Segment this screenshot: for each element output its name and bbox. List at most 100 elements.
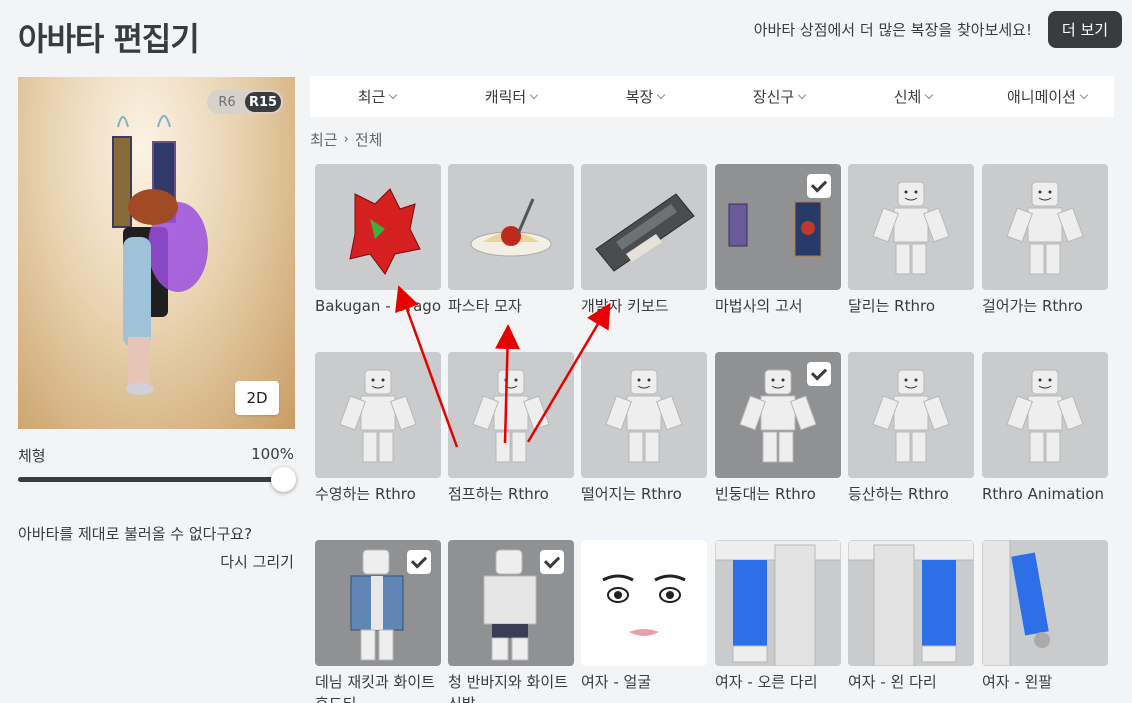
- catalog-item[interactable]: 떨어지는 Rthro: [581, 352, 707, 505]
- item-name: 여자 - 왼 다리: [848, 673, 937, 691]
- item-thumbnail[interactable]: [315, 352, 441, 478]
- catalog-item[interactable]: 여자 - 왼팔: [982, 540, 1108, 693]
- body-scale-label: 체형: [18, 447, 46, 465]
- figure-icon: [1006, 181, 1084, 275]
- item-name: Rthro Animation: [982, 485, 1105, 503]
- item-name: 수영하는 Rthro: [315, 485, 416, 503]
- item-name: 떨어지는 Rthro: [581, 485, 682, 503]
- catalog-item[interactable]: 걸어가는 Rthro: [982, 164, 1108, 317]
- item-name: 빈둥대는 Rthro: [715, 485, 816, 503]
- body-scale-slider[interactable]: [18, 477, 288, 482]
- rig-toggle[interactable]: R6 R15: [207, 90, 283, 114]
- catalog-item[interactable]: 수영하는 Rthro: [315, 352, 441, 505]
- catalog-item[interactable]: 달리는 Rthro: [848, 164, 974, 317]
- chevron-right-icon: ›: [343, 132, 349, 147]
- item-thumbnail[interactable]: [982, 540, 1108, 666]
- rig-option-r15[interactable]: R15: [245, 92, 281, 112]
- body-scale-value: 100%: [251, 445, 294, 463]
- item-thumbnail[interactable]: [715, 352, 841, 478]
- tab-label: 최근: [357, 88, 386, 106]
- tab-accessories[interactable]: 장신구: [712, 76, 846, 117]
- item-name: 파스타 모자: [448, 297, 522, 315]
- item-name: Bakugan - Drago: [315, 297, 441, 315]
- breadcrumb: 최근 › 전체: [310, 129, 382, 150]
- item-thumbnail[interactable]: [581, 352, 707, 478]
- item-thumbnail[interactable]: [982, 352, 1108, 478]
- item-thumbnail[interactable]: [448, 164, 574, 290]
- view-2d-button[interactable]: 2D: [235, 381, 279, 415]
- item-name: 데님 재킷과 화이트 후드티: [315, 673, 435, 703]
- tab-label: 복장: [625, 88, 654, 106]
- item-name: 청 반바지와 화이트 신발: [448, 673, 568, 703]
- catalog-item[interactable]: 빈둥대는 Rthro: [715, 352, 841, 505]
- rig-option-r6[interactable]: R6: [209, 92, 245, 112]
- checkmark-icon: [807, 174, 831, 198]
- checkmark-icon: [540, 550, 564, 574]
- more-button[interactable]: 더 보기: [1048, 11, 1122, 48]
- item-name: 여자 - 오른 다리: [715, 673, 818, 691]
- item-name: 달리는 Rthro: [848, 297, 935, 315]
- catalog-item[interactable]: 여자 - 왼 다리: [848, 540, 974, 693]
- page-title: 아바타 편집기: [18, 20, 200, 58]
- item-name: 점프하는 Rthro: [448, 485, 549, 503]
- item-name: 여자 - 왼팔: [982, 673, 1053, 691]
- item-thumbnail[interactable]: [982, 164, 1108, 290]
- catalog-item[interactable]: 데님 재킷과 화이트 후드티: [315, 540, 441, 703]
- item-thumbnail[interactable]: [581, 540, 707, 666]
- chevron-down-icon: [797, 90, 807, 99]
- promo-text: 아바타 상점에서 더 많은 복장을 찾아보세요!: [753, 21, 1032, 39]
- figure-icon: [339, 369, 417, 463]
- catalog-item[interactable]: 등산하는 Rthro: [848, 352, 974, 505]
- item-thumbnail[interactable]: [315, 164, 441, 290]
- chevron-down-icon: [657, 90, 666, 99]
- avatar-preview: R6 R15 2D: [18, 77, 295, 429]
- catalog-item[interactable]: Rthro Animation: [982, 352, 1108, 505]
- chevron-down-icon: [1079, 90, 1089, 99]
- catalog-item[interactable]: Bakugan - Drago: [315, 164, 441, 317]
- item-name: 마법사의 고서: [715, 297, 803, 315]
- chevron-down-icon: [389, 90, 398, 99]
- reload-question: 아바타를 제대로 불러올 수 없다구요?: [18, 525, 253, 543]
- item-thumbnail[interactable]: [715, 164, 841, 290]
- redraw-link[interactable]: 다시 그리기: [220, 551, 294, 572]
- item-thumbnail[interactable]: [848, 164, 974, 290]
- catalog-item[interactable]: 여자 - 얼굴: [581, 540, 707, 693]
- tab-body[interactable]: 신체: [846, 76, 980, 117]
- item-thumbnail[interactable]: [848, 540, 974, 666]
- item-name: 등산하는 Rthro: [848, 485, 949, 503]
- breadcrumb-parent[interactable]: 최근: [310, 129, 338, 150]
- figure-icon: [472, 369, 550, 463]
- item-thumbnail[interactable]: [315, 540, 441, 666]
- item-name: 걸어가는 Rthro: [982, 297, 1083, 315]
- catalog-item[interactable]: 개발자 키보드: [581, 164, 707, 317]
- breadcrumb-current: 전체: [354, 131, 383, 149]
- item-name: 여자 - 얼굴: [581, 673, 652, 691]
- item-thumbnail[interactable]: [581, 164, 707, 290]
- checkmark-icon: [407, 550, 431, 574]
- item-thumbnail[interactable]: [448, 540, 574, 666]
- chevron-down-icon: [529, 90, 539, 99]
- arm-icon: [982, 540, 1050, 666]
- keyboard-icon: [595, 193, 695, 272]
- tab-label: 캐릭터: [484, 88, 527, 106]
- item-thumbnail[interactable]: [448, 352, 574, 478]
- catalog-item[interactable]: 여자 - 오른 다리: [715, 540, 841, 693]
- avatar-figure: [112, 115, 208, 395]
- catalog-item[interactable]: 점프하는 Rthro: [448, 352, 574, 505]
- figure-icon: [1006, 369, 1084, 463]
- tab-animations[interactable]: 애니메이션: [980, 76, 1114, 117]
- catalog-item[interactable]: 청 반바지와 화이트 신발: [448, 540, 574, 703]
- tab-label: 애니메이션: [1006, 88, 1076, 106]
- catalog-item[interactable]: 마법사의 고서: [715, 164, 841, 317]
- catalog-item[interactable]: 파스타 모자: [448, 164, 574, 317]
- figure-icon: [872, 369, 950, 463]
- leg-icon: [848, 540, 974, 666]
- pasta-hat-icon: [470, 198, 552, 257]
- tab-characters[interactable]: 캐릭터: [444, 76, 578, 117]
- item-thumbnail[interactable]: [715, 540, 841, 666]
- tab-recent[interactable]: 최근: [310, 76, 444, 117]
- item-thumbnail[interactable]: [848, 352, 974, 478]
- figure-icon: [872, 181, 950, 275]
- body-scale-slider-thumb[interactable]: [271, 467, 296, 492]
- tab-clothing[interactable]: 복장: [578, 76, 712, 117]
